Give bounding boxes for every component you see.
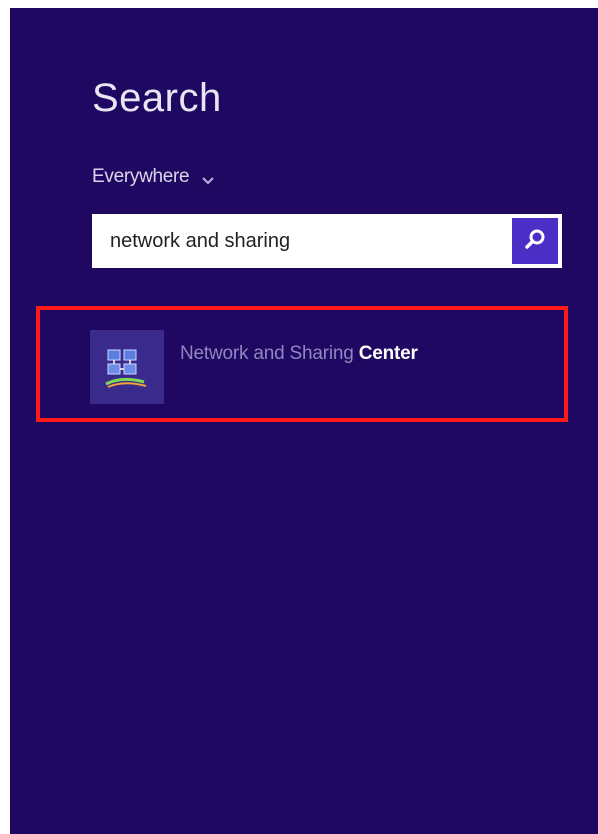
- search-result-network-and-sharing-center[interactable]: Network and Sharing Center: [90, 328, 530, 406]
- search-charm-pane: Search Everywhere network and sharing Ne…: [10, 8, 598, 834]
- search-icon: [523, 227, 547, 256]
- page-title: Search: [92, 76, 222, 120]
- result-label-rest: Center: [358, 343, 418, 364]
- search-input[interactable]: network and sharing: [92, 214, 512, 268]
- chevron-down-icon: [201, 172, 215, 185]
- search-box: network and sharing: [92, 214, 562, 268]
- network-sharing-center-icon: [90, 330, 164, 404]
- search-button[interactable]: [512, 218, 558, 264]
- search-scope-dropdown[interactable]: Everywhere: [92, 166, 215, 188]
- search-result-label: Network and Sharing Center: [180, 343, 418, 365]
- search-scope-label: Everywhere: [92, 166, 190, 187]
- result-label-match: Network and Sharing: [180, 343, 359, 364]
